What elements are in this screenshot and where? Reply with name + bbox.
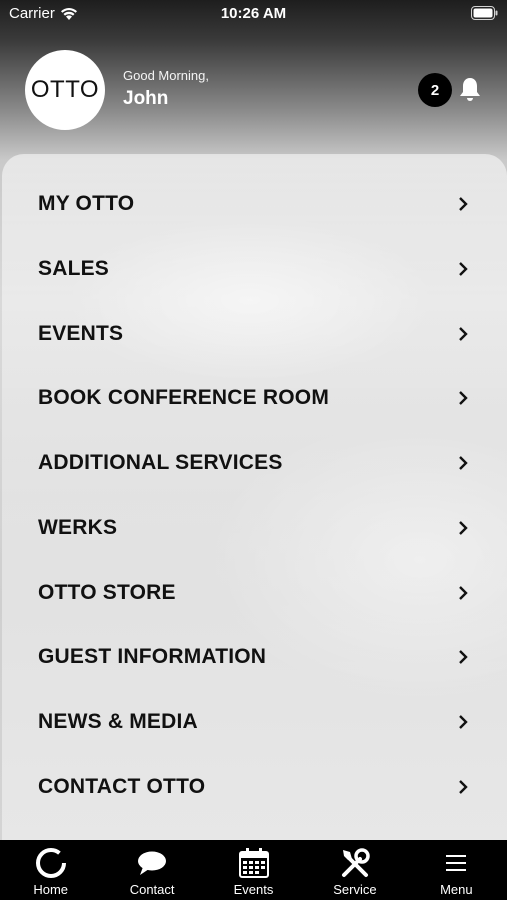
battery-icon [471, 6, 498, 20]
menu-item-label: GUEST INFORMATION [38, 645, 267, 668]
user-name: John [123, 88, 169, 109]
menu-item-contact-otto[interactable]: CONTACT OTTO [2, 755, 507, 819]
menu-item-label: ADDITIONAL SERVICES [38, 451, 283, 474]
menu-item-label: OTTO STORE [38, 581, 176, 604]
menu-item-events[interactable]: EVENTS [2, 302, 507, 366]
chevron-right-icon [459, 327, 468, 341]
calendar-icon [238, 848, 269, 878]
tab-label: Menu [440, 882, 473, 897]
menu-item-label: MY OTTO [38, 192, 135, 215]
chevron-right-icon [459, 262, 468, 276]
tab-events[interactable]: Events [203, 840, 304, 900]
tab-service[interactable]: Service [304, 840, 405, 900]
status-bar: Carrier 10:26 AM [0, 0, 507, 28]
tab-home[interactable]: Home [0, 840, 101, 900]
notification-badge[interactable]: 2 [418, 73, 452, 107]
menu-item-label: BOOK CONFERENCE ROOM [38, 386, 330, 409]
chevron-right-icon [459, 521, 468, 535]
chevron-right-icon [459, 456, 468, 470]
menu-item-my-otto[interactable]: MY OTTO [2, 172, 507, 236]
menu-item-label: NEWS & MEDIA [38, 710, 198, 733]
bell-icon[interactable] [458, 76, 482, 104]
tools-icon [341, 848, 370, 877]
tab-bar: Home Contact Events Service Menu [0, 840, 507, 900]
tab-menu[interactable]: Menu [406, 840, 507, 900]
menu-item-label: SALES [38, 257, 110, 280]
menu-item-additional-services[interactable]: ADDITIONAL SERVICES [2, 431, 507, 495]
tab-label: Service [333, 882, 377, 897]
otto-logo[interactable]: OTTO [25, 50, 105, 130]
header: OTTO Good Morning, John 2 [0, 50, 507, 130]
menu-item-book-conference-room[interactable]: BOOK CONFERENCE ROOM [2, 366, 507, 430]
hamburger-icon [446, 855, 467, 871]
status-time: 10:26 AM [220, 5, 287, 22]
menu-item-werks[interactable]: WERKS [2, 496, 507, 560]
menu-item-label: CONTACT OTTO [38, 775, 206, 798]
tab-label: Home [33, 882, 69, 897]
home-ring-icon [35, 848, 66, 878]
menu-item-label: WERKS [38, 516, 118, 539]
chevron-right-icon [459, 391, 468, 405]
menu-list: MY OTTO SALES EVENTS BOOK CONFERENCE ROO… [2, 154, 507, 840]
menu-item-otto-store[interactable]: OTTO STORE [2, 561, 507, 625]
menu-item-guest-information[interactable]: GUEST INFORMATION [2, 625, 507, 689]
chat-bubble-icon [138, 851, 167, 875]
chevron-right-icon [459, 586, 468, 600]
tab-label: Contact [129, 882, 175, 897]
chevron-right-icon [459, 197, 468, 211]
greeting-text: Good Morning, [123, 68, 209, 83]
chevron-right-icon [459, 650, 468, 664]
menu-item-news-media[interactable]: NEWS & MEDIA [2, 690, 507, 754]
tab-label: Events [233, 882, 274, 897]
menu-item-sales[interactable]: SALES [2, 237, 507, 301]
chevron-right-icon [459, 715, 468, 729]
chevron-right-icon [459, 780, 468, 794]
tab-contact[interactable]: Contact [101, 840, 202, 900]
menu-item-label: EVENTS [38, 322, 124, 345]
